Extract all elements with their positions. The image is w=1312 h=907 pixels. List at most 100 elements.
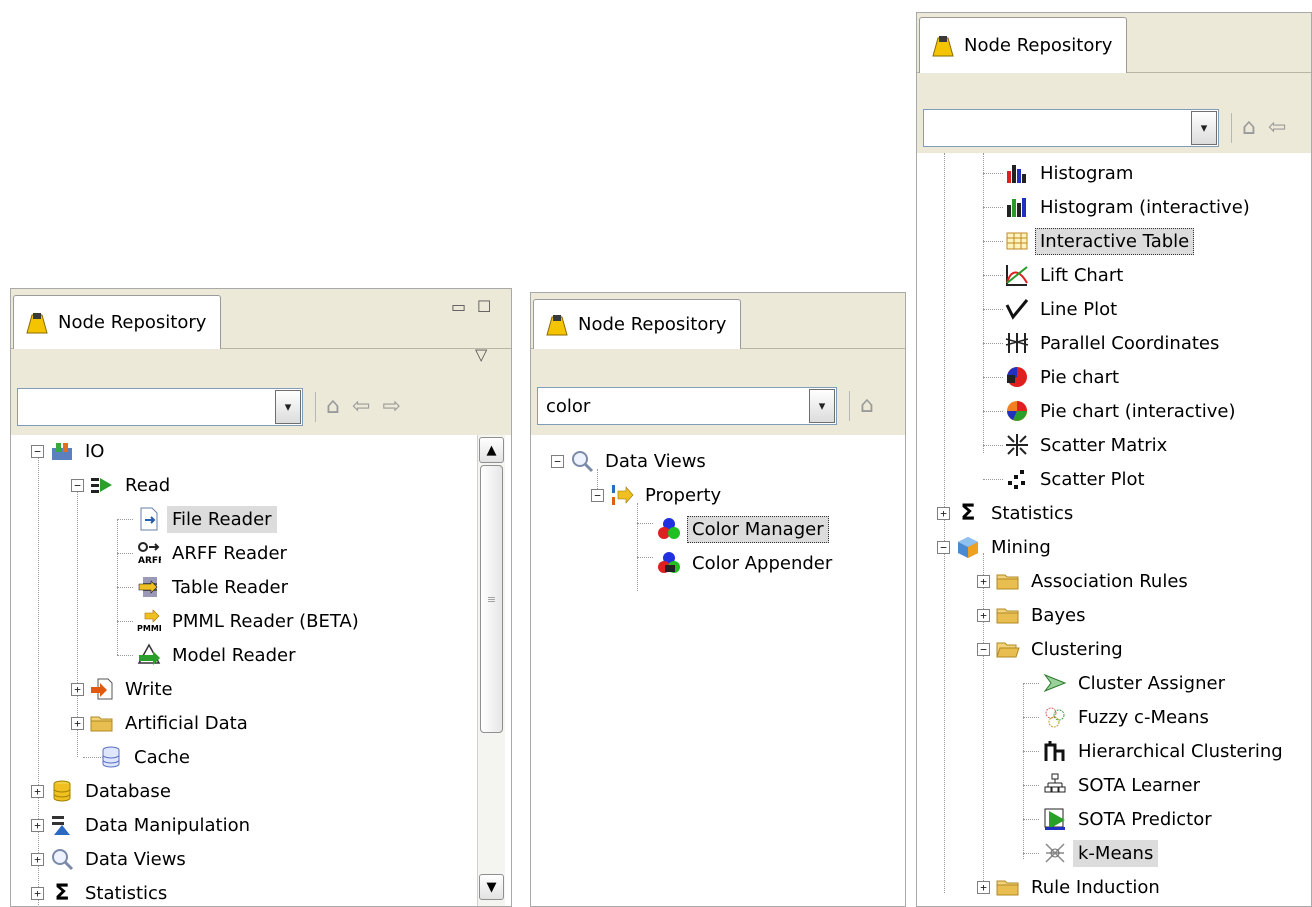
back-arrow-icon[interactable]: ⇦ xyxy=(352,396,370,418)
tree-item-statistics[interactable]: + Σ Statistics xyxy=(31,877,172,906)
middle-search-combo[interactable]: color ▾ xyxy=(537,387,837,425)
left-toolbar: ▽ ▾ ⌂ ⇦ ⇨ xyxy=(11,345,511,435)
expand-toggle[interactable]: + xyxy=(31,886,44,900)
sota-learner-icon xyxy=(1043,773,1067,797)
middle-search-input[interactable]: color xyxy=(546,396,590,417)
expand-toggle[interactable]: + xyxy=(31,784,44,798)
right-search-combo[interactable]: ▾ xyxy=(923,109,1219,147)
collapse-toggle[interactable]: − xyxy=(71,478,84,492)
left-vertical-scrollbar[interactable]: ▲ ≡ ▼ xyxy=(477,435,505,906)
forward-arrow-icon[interactable]: ⇨ xyxy=(382,396,400,418)
tree-item-property[interactable]: − Property xyxy=(591,479,726,511)
tree-item-file-reader[interactable]: File Reader xyxy=(137,503,277,535)
tree-item-cluster-assigner[interactable]: Cluster Assigner xyxy=(1043,667,1230,699)
back-arrow-icon[interactable]: ⇦ xyxy=(1268,117,1286,139)
tree-item-rule-induction[interactable]: + Rule Induction xyxy=(977,871,1165,903)
tree-item-io[interactable]: − IO xyxy=(31,435,109,467)
tree-item-sota-learner[interactable]: SOTA Learner xyxy=(1043,769,1205,801)
collapse-toggle[interactable]: − xyxy=(551,454,564,468)
tree-item-color-appender[interactable]: Color Appender xyxy=(657,547,837,579)
tree-item-label: Histogram (interactive) xyxy=(1040,196,1250,218)
write-icon xyxy=(90,677,114,701)
tree-item-scatter-plot[interactable]: Scatter Plot xyxy=(1005,463,1150,495)
tree-item-bayes[interactable]: + Bayes xyxy=(977,599,1090,631)
tree-item-pie-chart[interactable]: Pie chart xyxy=(1005,361,1124,393)
tree-item-histogram[interactable]: Histogram xyxy=(1005,157,1138,189)
expand-toggle[interactable]: + xyxy=(937,506,950,520)
minimize-icon[interactable]: ▭ xyxy=(451,297,466,316)
cluster-assigner-icon xyxy=(1043,671,1067,695)
tree-item-lift-chart[interactable]: Lift Chart xyxy=(1005,259,1128,291)
tree-item-mining[interactable]: − Mining xyxy=(937,531,1056,563)
expand-toggle[interactable]: + xyxy=(977,880,990,894)
tree-item-sota-predictor[interactable]: SOTA Predictor xyxy=(1043,803,1217,835)
scroll-up-button[interactable]: ▲ xyxy=(479,437,504,463)
tree-item-parallel-coordinates[interactable]: Parallel Coordinates xyxy=(1005,327,1224,359)
tree-item-k-means[interactable]: k-Means xyxy=(1043,837,1159,869)
collapse-toggle[interactable]: − xyxy=(937,540,950,554)
pie-chart-interactive-icon xyxy=(1005,399,1029,423)
left-node-repository-tab[interactable]: Node Repository xyxy=(13,295,222,349)
left-search-combo[interactable]: ▾ xyxy=(17,388,303,426)
tree-item-interactive-table[interactable]: Interactive Table xyxy=(1005,225,1195,257)
expand-toggle[interactable]: + xyxy=(31,852,44,866)
tree-item-label: Write xyxy=(125,678,173,700)
tree-item-artificial-data[interactable]: + Artificial Data xyxy=(71,707,253,739)
tree-item-read[interactable]: − Read xyxy=(71,469,175,501)
chevron-down-icon[interactable]: ▾ xyxy=(275,390,301,424)
toolbar-separator xyxy=(315,392,316,422)
right-node-repository-tab[interactable]: Node Repository xyxy=(919,17,1128,73)
tree-item-cache[interactable]: Cache xyxy=(99,741,195,773)
color-manager-icon xyxy=(657,517,681,541)
scroll-thumb[interactable]: ≡ xyxy=(480,465,503,733)
middle-node-repository-tab[interactable]: Node Repository xyxy=(533,299,742,349)
tree-item-label: Data Views xyxy=(85,848,186,870)
tree-item-label: Read xyxy=(125,474,171,496)
home-icon[interactable]: ⌂ xyxy=(1242,117,1256,139)
tree-item-scatter-matrix[interactable]: Scatter Matrix xyxy=(1005,429,1172,461)
tree-item-database[interactable]: + Database xyxy=(31,775,176,807)
expand-toggle[interactable]: + xyxy=(977,574,990,588)
home-icon[interactable]: ⌂ xyxy=(326,396,340,418)
tree-item-table-reader[interactable]: Table Reader xyxy=(137,571,293,603)
tree-item-statistics[interactable]: + Σ Statistics xyxy=(937,497,1078,529)
tree-item-hierarchical-clustering[interactable]: Hierarchical Clustering xyxy=(1043,735,1288,767)
tree-item-association-rules[interactable]: + Association Rules xyxy=(977,565,1193,597)
tree-item-label: Cache xyxy=(134,746,190,768)
tree-item-write[interactable]: + Write xyxy=(71,673,178,705)
toolbar-separator xyxy=(849,391,850,421)
chevron-down-icon[interactable]: ▾ xyxy=(1191,111,1217,145)
view-menu-icon[interactable]: ▽ xyxy=(475,345,487,364)
tree-item-line-plot[interactable]: Line Plot xyxy=(1005,293,1122,325)
expand-toggle[interactable]: + xyxy=(71,682,84,696)
right-tree: Histogram Histogram (interactive) Intera… xyxy=(917,153,1311,906)
tree-item-data-views[interactable]: − Data Views xyxy=(551,445,711,477)
tree-item-pmml-reader[interactable]: PMML PMML Reader (BETA) xyxy=(137,605,364,637)
tree-item-data-views[interactable]: + Data Views xyxy=(31,843,191,875)
middle-tab-title: Node Repository xyxy=(578,314,727,335)
chevron-down-icon[interactable]: ▾ xyxy=(809,389,835,423)
scroll-down-button[interactable]: ▼ xyxy=(479,874,504,900)
collapse-toggle[interactable]: − xyxy=(977,642,990,656)
tree-item-label: Interactive Table xyxy=(1035,227,1195,255)
tree-item-pie-chart-interactive[interactable]: Pie chart (interactive) xyxy=(1005,395,1240,427)
right-node-repository-panel: Node Repository ▾ ⌂ ⇦ Histogram Histogra… xyxy=(916,12,1312,907)
tree-item-fuzzy-c-means[interactable]: Fuzzy c-Means xyxy=(1043,701,1214,733)
tree-item-model-reader[interactable]: Model Reader xyxy=(137,639,300,671)
tree-item-arff-reader[interactable]: ARFF ARFF Reader xyxy=(137,537,292,569)
home-icon[interactable]: ⌂ xyxy=(860,395,874,417)
scatter-matrix-icon xyxy=(1005,433,1029,457)
collapse-toggle[interactable]: − xyxy=(591,488,604,502)
scatter-plot-icon xyxy=(1005,467,1029,491)
expand-toggle[interactable]: + xyxy=(977,608,990,622)
collapse-toggle[interactable]: − xyxy=(31,444,44,458)
expand-toggle[interactable]: + xyxy=(71,716,84,730)
tree-item-color-manager[interactable]: Color Manager xyxy=(657,513,829,545)
tree-item-clustering[interactable]: − Clustering xyxy=(977,633,1128,665)
tree-item-label: k-Means xyxy=(1073,839,1159,867)
expand-toggle[interactable]: + xyxy=(31,818,44,832)
maximize-icon[interactable]: ☐ xyxy=(477,297,491,316)
tree-item-label: Parallel Coordinates xyxy=(1040,332,1220,354)
tree-item-histogram-interactive[interactable]: Histogram (interactive) xyxy=(1005,191,1255,223)
tree-item-data-manipulation[interactable]: + Data Manipulation xyxy=(31,809,255,841)
